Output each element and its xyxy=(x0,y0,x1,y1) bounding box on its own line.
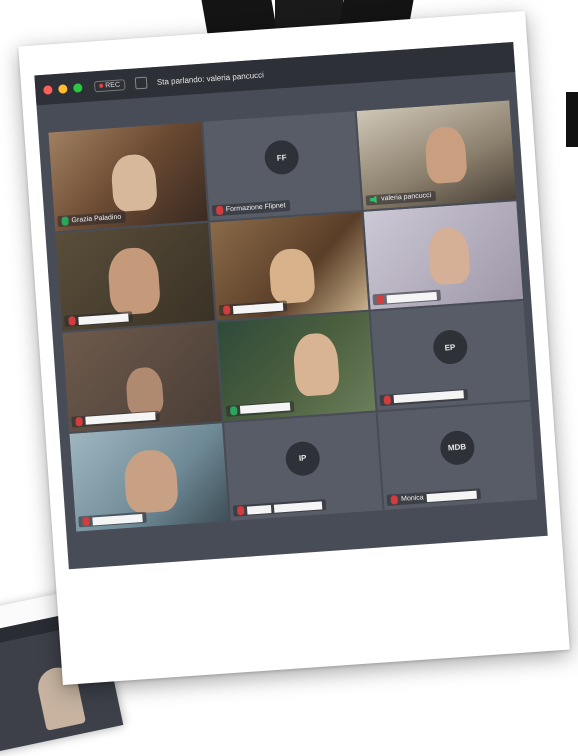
microphone-muted-icon xyxy=(390,495,399,505)
participant-nameplate: Monica xyxy=(386,488,481,506)
video-call-window: REC Sta parlando: valeria pancucci Grazi… xyxy=(34,41,548,570)
redacted-name xyxy=(78,312,129,325)
participant-tile[interactable] xyxy=(69,422,229,532)
redacted-name xyxy=(393,390,465,404)
participant-tile[interactable]: FF Formazione Flipnet xyxy=(202,111,362,221)
participant-tile[interactable] xyxy=(216,311,376,421)
active-speaker-label: Sta parlando: valeria pancucci xyxy=(156,69,265,87)
participant-tile[interactable]: IP xyxy=(223,411,383,521)
participant-tile[interactable] xyxy=(209,211,369,321)
participant-name: Grazia Paladino xyxy=(71,213,122,224)
participant-tile[interactable]: EP xyxy=(370,300,531,410)
partial-letter-decoration xyxy=(566,92,578,147)
microphone-muted-icon xyxy=(376,294,385,305)
participant-name: Formazione Flipnet xyxy=(225,201,286,213)
minimize-window-button[interactable] xyxy=(58,83,68,94)
redacted-name xyxy=(273,500,322,513)
participant-initials-avatar: EP xyxy=(431,329,469,366)
participant-tile[interactable] xyxy=(62,322,222,432)
participant-name: valeria pancucci xyxy=(380,192,432,203)
redacted-name xyxy=(246,504,272,515)
microphone-muted-icon xyxy=(75,416,83,426)
participant-tile[interactable]: valeria pancucci xyxy=(356,100,517,210)
maximize-window-button[interactable] xyxy=(72,82,83,93)
microphone-muted-icon xyxy=(215,205,224,215)
redacted-name xyxy=(232,302,283,314)
participant-tile[interactable] xyxy=(55,222,215,332)
microphone-icon xyxy=(229,405,238,416)
record-button[interactable]: REC xyxy=(93,78,126,92)
redacted-name xyxy=(386,291,438,303)
microphone-icon xyxy=(61,215,69,226)
participant-tile[interactable] xyxy=(363,200,524,310)
participant-initials-avatar: FF xyxy=(263,139,300,176)
participant-tile[interactable]: MDB Monica xyxy=(377,401,538,511)
participant-grid: Grazia Paladino FF Formazione Flipnet va… xyxy=(48,100,538,532)
speaking-icon xyxy=(370,195,379,204)
microphone-muted-icon xyxy=(82,516,90,527)
participant-initials-avatar: MDB xyxy=(438,429,476,466)
lock-icon[interactable] xyxy=(134,76,148,90)
record-dot-icon xyxy=(99,83,104,88)
participant-initials-avatar: IP xyxy=(284,440,321,477)
microphone-muted-icon xyxy=(383,394,392,405)
participant-nameplate xyxy=(232,499,327,517)
microphone-muted-icon xyxy=(222,305,231,315)
microphone-muted-icon xyxy=(68,316,76,326)
redacted-name xyxy=(92,513,143,525)
redacted-name xyxy=(239,402,291,414)
microphone-muted-icon xyxy=(236,505,245,516)
close-window-button[interactable] xyxy=(43,84,53,95)
participant-nameplate: Formazione Flipnet xyxy=(211,199,290,216)
participant-nameplate xyxy=(379,388,469,406)
participant-tile[interactable]: Grazia Paladino xyxy=(48,121,208,231)
main-polaroid: REC Sta parlando: valeria pancucci Grazi… xyxy=(18,11,570,685)
participant-name: Monica xyxy=(400,494,424,503)
window-titlebar: REC Sta parlando: valeria pancucci xyxy=(34,41,516,106)
record-label: REC xyxy=(104,81,121,90)
redacted-name xyxy=(426,490,477,502)
